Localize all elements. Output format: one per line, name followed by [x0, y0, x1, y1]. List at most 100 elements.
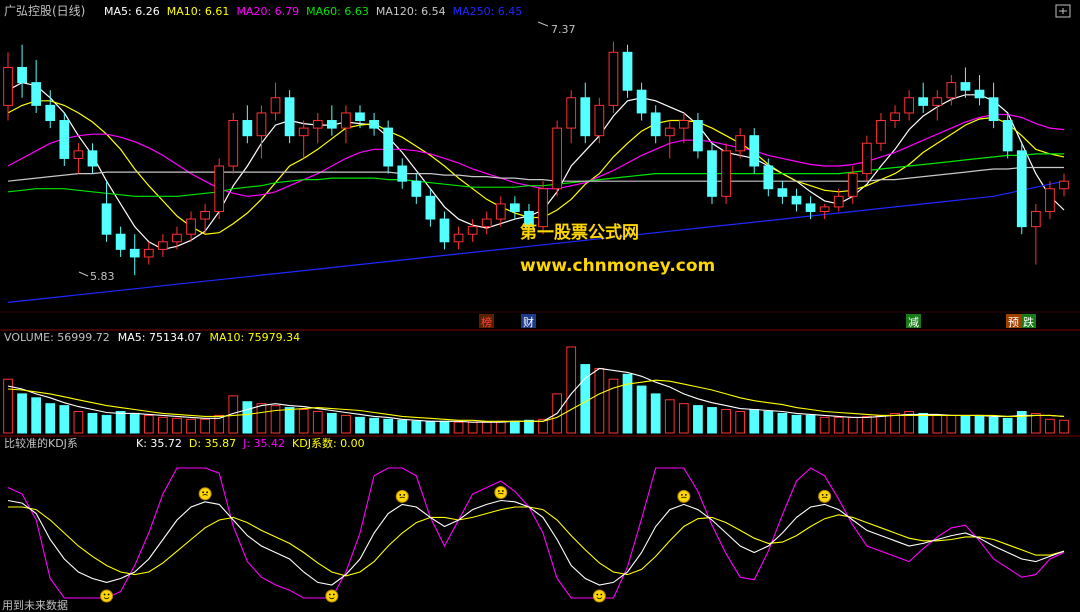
candle-body [284, 97, 295, 137]
marker-die[interactable]: 跌 [1021, 314, 1036, 329]
candle[interactable] [31, 59, 42, 113]
candle[interactable] [510, 196, 520, 220]
candle[interactable] [242, 105, 253, 144]
kdj-legend: 比较准的KDJ系 K: 35.72 D: 35.87 J: 35.42 KDJ系数: … [4, 436, 365, 450]
candle[interactable] [411, 173, 422, 204]
candle[interactable] [693, 112, 703, 159]
candle[interactable] [186, 211, 196, 242]
volume-bar [481, 421, 492, 434]
volume-bar [932, 414, 943, 434]
volume-bar [777, 412, 788, 434]
candle[interactable] [650, 105, 661, 144]
candle[interactable] [960, 67, 971, 98]
candle[interactable] [87, 143, 98, 174]
candle[interactable] [608, 41, 619, 113]
kdj-panel[interactable] [7, 467, 1065, 603]
candle[interactable] [256, 105, 267, 159]
candle[interactable] [1059, 173, 1069, 197]
candle[interactable] [636, 82, 647, 121]
marker-bang[interactable]: 榜 [479, 314, 494, 329]
candle-body [439, 218, 450, 243]
candle[interactable] [284, 90, 295, 144]
candle[interactable] [664, 120, 675, 159]
marker-cai[interactable]: 财 [521, 314, 536, 329]
candle[interactable] [721, 143, 731, 204]
candle[interactable] [1016, 143, 1027, 235]
candle[interactable] [73, 143, 84, 174]
candle-body [87, 150, 98, 167]
candle-body [707, 150, 717, 197]
candle[interactable] [143, 241, 154, 265]
panel-toggle-button[interactable] [1055, 4, 1071, 18]
candle[interactable] [580, 82, 591, 144]
candle-body [383, 127, 394, 167]
candle[interactable] [298, 120, 309, 159]
candle[interactable] [974, 75, 985, 106]
candle[interactable] [101, 181, 112, 242]
candle[interactable] [115, 226, 126, 257]
candle[interactable] [3, 52, 13, 121]
volume-panel[interactable] [3, 346, 1069, 434]
candle[interactable] [397, 158, 408, 189]
candle[interactable] [453, 226, 464, 250]
candle[interactable] [749, 128, 760, 174]
candle[interactable] [383, 120, 394, 174]
candle[interactable] [481, 211, 492, 235]
candle[interactable] [341, 105, 351, 144]
volume-bar [270, 405, 281, 434]
candle[interactable] [594, 97, 605, 144]
candle-body [988, 97, 999, 122]
candle[interactable] [369, 112, 379, 136]
candle[interactable] [819, 203, 830, 220]
candle[interactable] [312, 112, 323, 144]
candle[interactable] [59, 112, 70, 166]
marker-jian[interactable]: 减 [906, 314, 921, 329]
candle[interactable] [439, 211, 450, 250]
candle-body [411, 180, 422, 197]
candle[interactable] [172, 226, 182, 250]
candle[interactable] [17, 44, 27, 98]
candle[interactable] [862, 135, 872, 182]
legend-item: MA20: 6.79 [236, 5, 299, 18]
candle[interactable] [1045, 181, 1055, 220]
kdj-lines [7, 467, 1065, 599]
candle[interactable] [552, 120, 562, 197]
volume-bar [312, 410, 323, 434]
candle[interactable] [425, 188, 436, 227]
candle[interactable] [678, 112, 689, 144]
volume-bar [397, 419, 408, 434]
candle[interactable] [707, 143, 717, 204]
candle[interactable] [833, 188, 844, 212]
marker-yu[interactable]: 预 [1006, 314, 1021, 329]
candle[interactable] [988, 82, 999, 129]
candle[interactable] [270, 82, 281, 121]
candle[interactable] [735, 128, 746, 159]
price-legend: 广弘控股(日线) MA5: 6.26 MA10: 6.61 MA20: 6.79 MA… [4, 4, 522, 18]
candle[interactable] [622, 44, 633, 98]
candle[interactable] [200, 203, 210, 235]
candle[interactable] [791, 188, 802, 212]
volume-bar [495, 420, 506, 434]
candle[interactable] [890, 105, 900, 129]
candle-body [664, 127, 675, 137]
candle-body [1002, 120, 1013, 152]
volume-bar [833, 416, 844, 434]
candle[interactable] [777, 181, 788, 204]
candle[interactable] [467, 219, 478, 242]
candle[interactable] [129, 234, 140, 276]
candle[interactable] [158, 234, 168, 257]
candle[interactable] [904, 90, 914, 121]
candle[interactable] [228, 112, 239, 174]
candle[interactable] [932, 90, 943, 121]
volume-bar [650, 393, 661, 434]
candle-body [425, 195, 436, 220]
candle[interactable] [214, 158, 225, 220]
volume-bar [524, 419, 534, 434]
candle[interactable] [566, 90, 577, 144]
candle[interactable] [326, 105, 337, 136]
candle[interactable] [876, 112, 886, 151]
candle[interactable] [918, 82, 929, 113]
candle-body [228, 120, 239, 167]
candle-body [326, 120, 337, 129]
candle[interactable] [1030, 203, 1041, 265]
